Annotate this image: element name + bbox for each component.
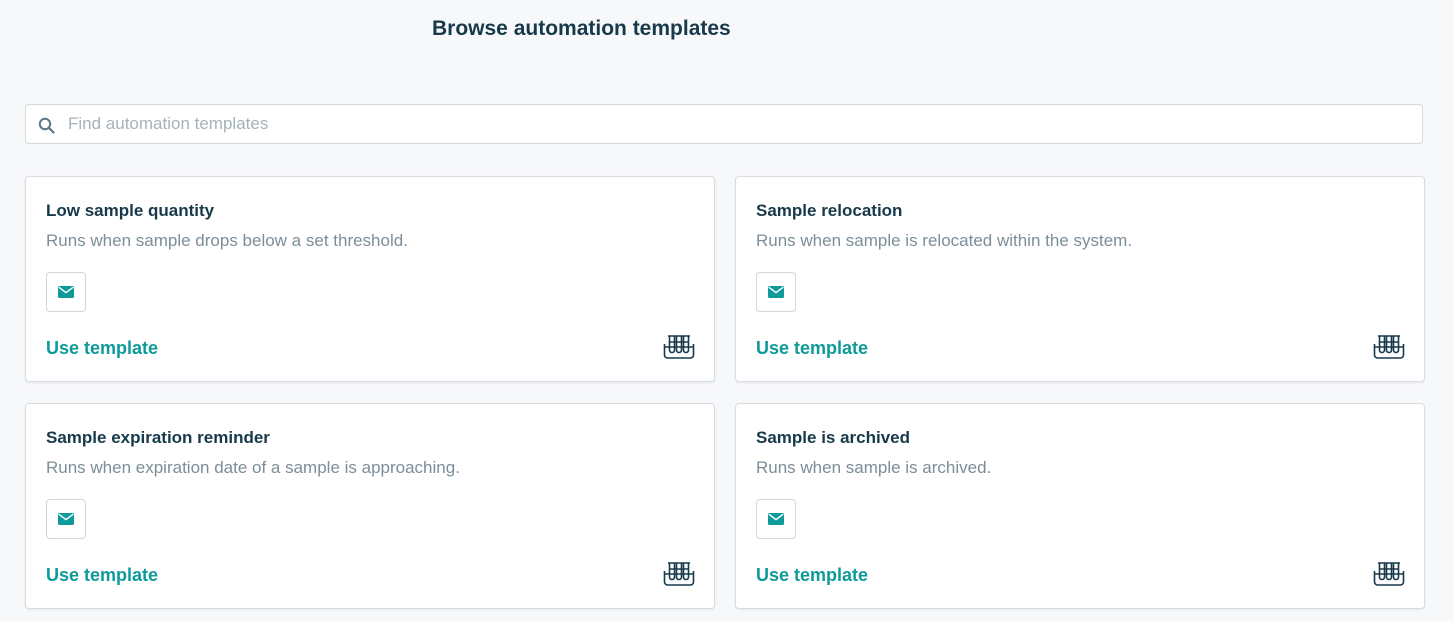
envelope-icon: [58, 513, 74, 525]
card-title: Sample expiration reminder: [46, 428, 270, 447]
card-title: Sample relocation: [756, 201, 903, 220]
card-description: Runs when sample is archived.: [756, 458, 992, 477]
test-tube-rack-icon: [1373, 562, 1405, 586]
card-title: Sample is archived: [756, 428, 911, 447]
envelope-icon: [768, 513, 784, 525]
card-description: Runs when expiration date of a sample is…: [46, 458, 460, 477]
search-input[interactable]: [68, 105, 1408, 143]
email-action-chip[interactable]: [46, 272, 86, 312]
test-tube-rack-icon: [663, 335, 695, 359]
template-card-sample-expiration-reminder: Sample expiration reminder Runs when exp…: [25, 403, 715, 609]
card-description: Runs when sample drops below a set thres…: [46, 231, 408, 250]
use-template-link[interactable]: Use template: [46, 565, 158, 586]
email-action-chip[interactable]: [756, 272, 796, 312]
envelope-icon: [768, 286, 784, 298]
use-template-link[interactable]: Use template: [46, 338, 158, 359]
use-template-link[interactable]: Use template: [756, 565, 868, 586]
template-card-low-sample-quantity: Low sample quantity Runs when sample dro…: [25, 176, 715, 382]
test-tube-rack-icon: [663, 562, 695, 586]
card-title: Low sample quantity: [46, 201, 215, 220]
use-template-link[interactable]: Use template: [756, 338, 868, 359]
search-icon: [38, 117, 55, 134]
test-tube-rack-icon: [1373, 335, 1405, 359]
page-title: Browse automation templates: [432, 17, 731, 40]
envelope-icon: [58, 286, 74, 298]
template-card-sample-is-archived: Sample is archived Runs when sample is a…: [735, 403, 1425, 609]
search-bar: [25, 104, 1423, 144]
template-card-sample-relocation: Sample relocation Runs when sample is re…: [735, 176, 1425, 382]
card-description: Runs when sample is relocated within the…: [756, 231, 1133, 250]
email-action-chip[interactable]: [756, 499, 796, 539]
email-action-chip[interactable]: [46, 499, 86, 539]
